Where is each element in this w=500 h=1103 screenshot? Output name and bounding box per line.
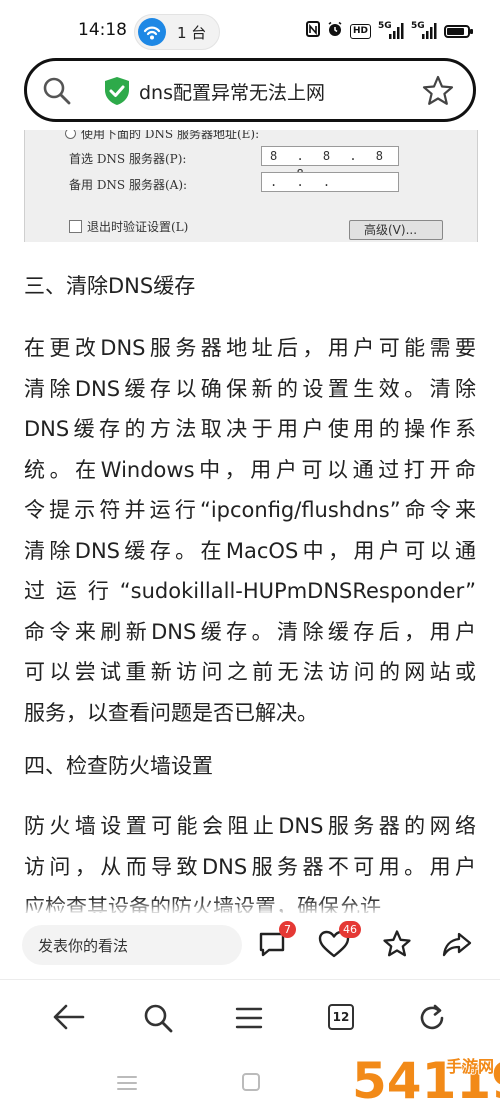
favorite-star-icon[interactable] (382, 929, 412, 963)
section-heading: 四、检查防火墙设置 (24, 754, 213, 778)
article-paragraph: 在更改DNS服务器地址后，用户可能需要 清除DNS缓存以确保新的设置生效。清除 DN… (24, 328, 476, 733)
signal-5g-icon: 5G (378, 22, 404, 40)
menu-icon[interactable] (235, 1006, 263, 1034)
shield-check-icon (103, 76, 131, 110)
paragraph-line: 清除DNS缓存。在MacOS中，用户可以通 (24, 538, 476, 563)
status-icons: HD 5G 5G (305, 20, 473, 42)
n-icon (305, 21, 320, 41)
paragraph-line: 在更改DNS服务器地址后，用户可能需要 (24, 336, 476, 360)
alternate-dns-field: . . . (261, 172, 399, 192)
paragraph-line: 统。在Windows中，用户可以通过打开命 (24, 457, 476, 482)
article-image: 使用下面的 DNS 服务器地址(E): 首选 DNS 服务器(P): 8 . 8… (24, 130, 478, 242)
search-bar[interactable]: dns配置异常无法上网 (24, 58, 476, 122)
alternate-dns-label: 备用 DNS 服务器(A): (69, 178, 188, 192)
dns-radio-icon (65, 130, 76, 139)
status-bar: 14:18 1 台 HD 5G 5G (0, 0, 500, 60)
paragraph-line: 服务，以查看问题是否已解决。 (24, 700, 318, 725)
status-time: 14:18 (78, 20, 127, 40)
watermark-logo: 54119 手游网 (350, 1046, 500, 1103)
paragraph-line: 令提示符并运行“ipconfig/flushdns”命令来 (24, 498, 476, 522)
search-query[interactable]: dns配置异常无法上网 (139, 78, 325, 105)
alarm-icon (327, 21, 343, 41)
battery-fill (447, 27, 464, 35)
paragraph-line: 命令来刷新DNS缓存。清除缓存后，用户 (24, 619, 476, 644)
paragraph-line: 清除DNS缓存以确保新的设置生效。清除 (24, 376, 476, 401)
preferred-dns-label: 首选 DNS 服务器(P): (69, 152, 187, 166)
comment-input[interactable]: 发表你的看法 (22, 925, 242, 965)
signal-5g-icon: 5G (411, 22, 437, 40)
recents-icon[interactable] (116, 1074, 138, 1096)
paragraph-line: DNS缓存的方法取决于用户使用的操作系 (24, 417, 476, 441)
advanced-button: 高级(V)... (349, 220, 443, 240)
home-icon[interactable] (241, 1072, 261, 1096)
bookmark-star-icon[interactable] (421, 74, 455, 112)
like-count-badge: 46 (339, 921, 361, 938)
article-paragraph: 防火墙设置可能会阻止DNS服务器的网络 访问，从而导致DNS服务器不可用。用户 应检… (24, 806, 476, 928)
comment-bar: 发表你的看法 7 46 (0, 913, 500, 979)
search-icon[interactable] (41, 75, 73, 111)
search-icon[interactable] (142, 1002, 174, 1038)
preferred-dns-field: 8 . 8 . 8 . 8 (261, 146, 399, 181)
validate-label: 退出时验证设置(L) (87, 220, 189, 234)
hd-icon: HD (349, 23, 371, 39)
hotspot-icon (138, 18, 166, 46)
validate-checkbox-icon (69, 220, 82, 233)
comment-placeholder: 发表你的看法 (38, 937, 129, 955)
back-arrow-icon[interactable] (52, 1002, 86, 1036)
hotspot-pill[interactable]: 1 台 (134, 14, 220, 50)
share-icon[interactable] (442, 929, 472, 963)
battery-icon (444, 24, 473, 38)
watermark-caption: 手游网 (446, 1057, 494, 1076)
paragraph-line: 可以尝试重新访问之前无法访问的网站或 (24, 660, 476, 684)
paragraph-line: 访问，从而导致DNS服务器不可用。用户 (24, 854, 476, 879)
comment-count-badge: 7 (279, 921, 296, 938)
section-heading: 三、清除DNS缓存 (24, 274, 196, 298)
dns-radio-label: 使用下面的 DNS 服务器地址(E): (81, 130, 260, 141)
tabs-button[interactable]: 12 (328, 1004, 354, 1030)
paragraph-line: 防火墙设置可能会阻止DNS服务器的网络 (24, 814, 476, 838)
paragraph-line: 过 运 行 “sudokillall-HUPmDNSResponder” (24, 579, 476, 603)
hotspot-count: 1 台 (177, 24, 207, 42)
refresh-icon[interactable] (416, 1002, 448, 1038)
